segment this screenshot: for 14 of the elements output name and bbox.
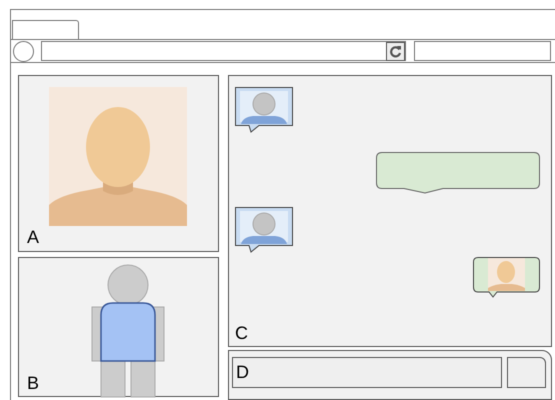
message-input-field[interactable]: D <box>232 357 502 388</box>
panel-label: A <box>27 228 40 246</box>
contact-avatar-icon <box>235 207 293 254</box>
photo-message-bubble <box>473 257 540 298</box>
reload-icon <box>389 44 402 58</box>
panel-label: B <box>27 374 40 392</box>
reload-button[interactable] <box>386 42 405 60</box>
browser-tab[interactable] <box>12 20 79 39</box>
contact-avatar-icon <box>235 87 293 134</box>
panel-label: C <box>235 324 249 342</box>
search-field[interactable] <box>414 41 551 61</box>
home-button[interactable] <box>13 40 34 62</box>
send-button[interactable] <box>507 357 546 388</box>
address-field[interactable] <box>41 41 406 61</box>
